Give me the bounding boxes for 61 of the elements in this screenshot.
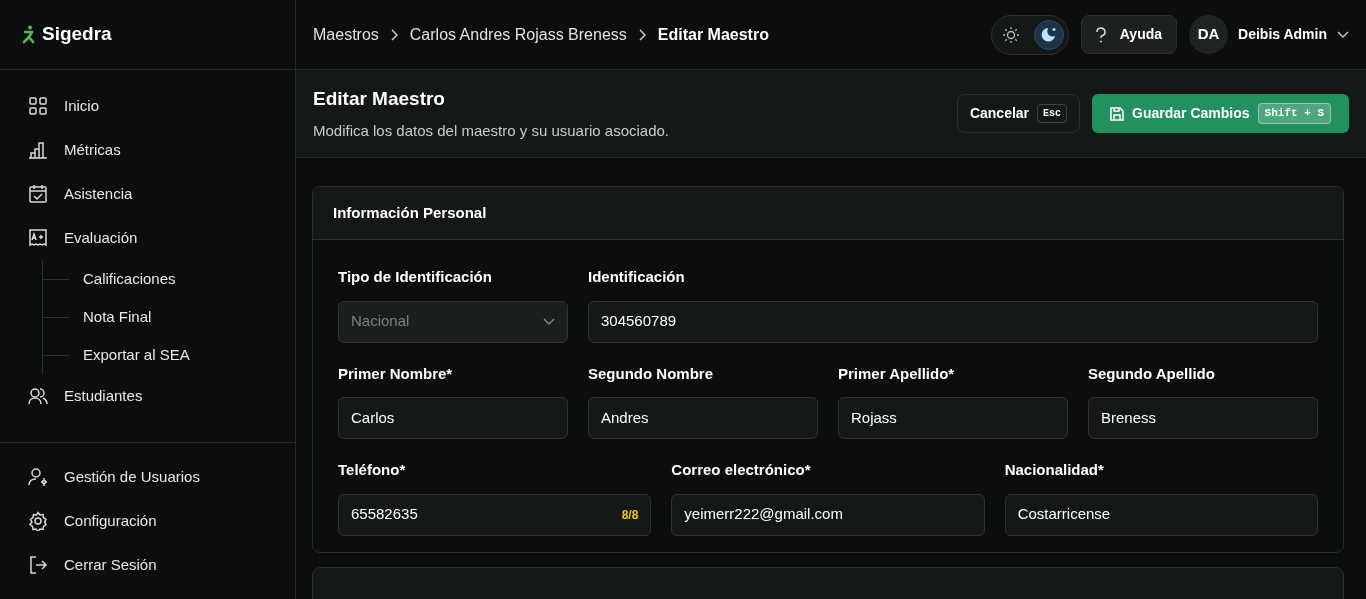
sidebar-item[interactable]: Gestión de Usuarios: [28, 455, 267, 499]
input-field[interactable]: Andres: [588, 397, 818, 439]
field-label: Primer Apellido*: [838, 363, 956, 384]
save-button[interactable]: Guardar Cambios Shift + S: [1092, 94, 1349, 133]
input-field[interactable]: 65582635 8/8: [338, 493, 652, 536]
chevron-down-icon: [543, 317, 555, 326]
bar-chart-icon: [28, 140, 48, 160]
calendar-check-icon: [28, 184, 48, 204]
sidebar-item[interactable]: Inicio: [28, 84, 267, 128]
sun-icon: [1001, 25, 1020, 44]
field-label: Segundo Nombre: [588, 363, 714, 384]
logout-icon: [28, 555, 48, 575]
sidebar-item[interactable]: Configuración: [28, 499, 267, 543]
input-field[interactable]: Costarricense: [1004, 493, 1318, 536]
question-icon: [1095, 26, 1106, 43]
shortcut-key: Shift + S: [1257, 103, 1331, 124]
runner-logo-icon: [22, 24, 36, 45]
sidebar-item[interactable]: Asistencia: [28, 172, 267, 216]
breadcrumb-link[interactable]: Editar Maestro: [657, 22, 769, 47]
theme-option[interactable]: [1033, 19, 1064, 50]
sidebar-item[interactable]: Estudiantes: [28, 374, 267, 418]
input-field[interactable]: Carlos: [338, 397, 568, 439]
field-label: Identificación: [588, 267, 686, 287]
sidebar-item[interactable]: Métricas: [28, 128, 267, 172]
user-gear-icon: [28, 467, 48, 487]
user-avatar: DA: [1189, 15, 1229, 54]
sidebar-subitem[interactable]: Nota Final: [83, 305, 152, 329]
field-label: Segundo Apellido: [1088, 363, 1216, 384]
users-icon: [28, 386, 48, 406]
field-label: Correo electrónico*: [671, 460, 812, 480]
input-field[interactable]: 304560789: [588, 300, 1318, 343]
brand-name: Sigedra: [42, 22, 112, 47]
sidebar-subitem[interactable]: Calificaciones: [83, 267, 176, 291]
grid-icon: [28, 96, 48, 116]
sidebar-item[interactable]: Evaluación: [28, 216, 267, 260]
settings-icon: [28, 511, 48, 531]
chevron-right-icon: [390, 28, 398, 41]
sidebar-item[interactable]: Cerrar Sesión: [28, 543, 267, 587]
user-name: Deibis Admin: [1238, 25, 1327, 44]
user-menu[interactable]: DA Deibis Admin: [1189, 15, 1349, 54]
field-label: Tipo de Identificación: [338, 267, 493, 287]
chevron-right-icon: [638, 28, 646, 41]
input-field[interactable]: yeimerr222@gmail.com: [671, 493, 985, 536]
sidebar-subitem[interactable]: Exportar al SEA: [83, 343, 190, 367]
input-field[interactable]: Rojass: [838, 397, 1068, 439]
grade-sheet-icon: [28, 228, 48, 248]
breadcrumb-link[interactable]: Maestros: [313, 22, 379, 47]
field-label: Primer Nombre*: [338, 363, 454, 384]
shortcut-key: Esc: [1037, 104, 1068, 123]
page-title: Editar Maestro: [313, 87, 446, 111]
breadcrumb-link[interactable]: Carlos Andres Rojass Breness: [409, 22, 627, 47]
character-counter: 8/8: [621, 506, 639, 524]
chevron-down-icon: [1337, 30, 1349, 39]
field-label: Nacionalidad*: [1004, 460, 1105, 480]
help-button[interactable]: Ayuda: [1080, 15, 1178, 54]
field-label: Teléfono*: [338, 460, 407, 480]
moon-icon: [1039, 25, 1058, 44]
section-title: Información Personal: [333, 202, 487, 223]
input-field[interactable]: Breness: [1088, 397, 1318, 439]
cancel-button[interactable]: Cancelar Esc: [956, 94, 1081, 133]
page-subtitle: Modifica los datos del maestro y su usuario asociado.: [313, 120, 670, 141]
